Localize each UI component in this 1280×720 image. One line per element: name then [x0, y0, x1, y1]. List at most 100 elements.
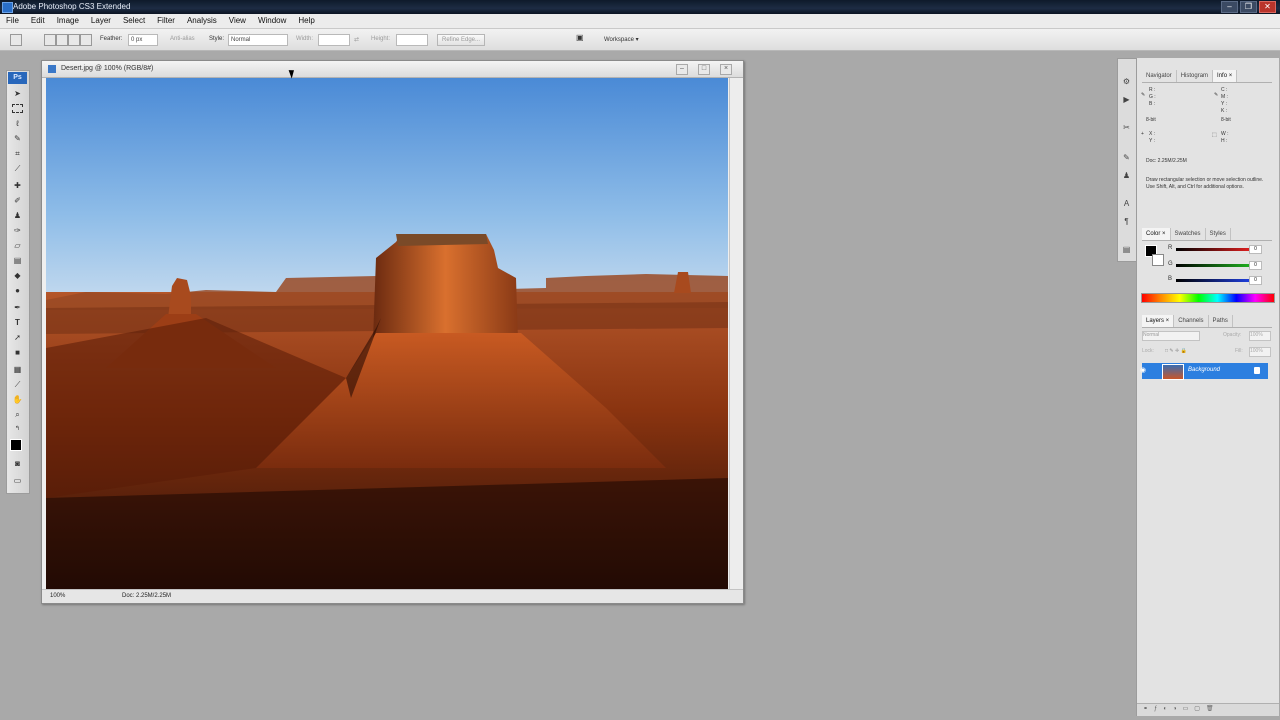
refine-edge-button[interactable]: Refine Edge... [437, 34, 486, 46]
eyedropper-tool-icon[interactable]: ⟋ [12, 380, 23, 389]
new-selection-button[interactable] [44, 34, 56, 46]
width-input[interactable] [318, 34, 350, 46]
character-icon[interactable]: A [1121, 199, 1132, 208]
brush-tool-icon[interactable]: ✐ [12, 196, 23, 205]
lock-icons[interactable]: □ ✎ ✛ 🔒 [1165, 348, 1187, 355]
eraser-tool-icon[interactable]: ▱ [12, 241, 23, 250]
restore-button[interactable]: ❐ [1240, 1, 1257, 13]
green-value[interactable]: 0 [1249, 261, 1262, 270]
vertical-scrollbar[interactable] [729, 78, 742, 589]
tab-swatches[interactable]: Swatches [1171, 228, 1206, 240]
menu-file[interactable]: File [0, 14, 25, 28]
feather-label: Feather: [100, 36, 123, 42]
red-value[interactable]: 0 [1249, 245, 1262, 254]
info-b-label: B : [1149, 101, 1156, 107]
doc-close-button[interactable]: × [720, 64, 732, 75]
lasso-tool-icon[interactable]: ℓ [12, 119, 23, 128]
opacity-input[interactable]: 100% [1249, 331, 1271, 341]
bridge-icon[interactable]: ▣ [576, 33, 584, 42]
tab-paths[interactable]: Paths [1209, 315, 1233, 327]
hand-tool-icon[interactable]: ✋ [12, 395, 23, 404]
menu-layer[interactable]: Layer [85, 14, 117, 28]
tab-color[interactable]: Color × [1142, 228, 1171, 240]
path-select-tool-icon[interactable]: ➚ [12, 333, 23, 342]
history-brush-icon[interactable]: ✑ [12, 226, 23, 235]
tab-channels[interactable]: Channels [1174, 315, 1209, 327]
add-to-selection-button[interactable] [56, 34, 68, 46]
zoom-tool-icon[interactable]: ⌕ [12, 410, 23, 419]
menu-image[interactable]: Image [51, 14, 85, 28]
feather-input[interactable]: 0 px [128, 34, 158, 46]
background-color-swatch[interactable] [1152, 254, 1164, 266]
info-hint-text: Draw rectangular selection or move selec… [1146, 177, 1264, 190]
foreground-color-swatch[interactable] [10, 439, 22, 451]
layer-name[interactable]: Background [1188, 367, 1220, 373]
paragraph-icon[interactable]: ¶ [1121, 217, 1132, 226]
color-spectrum-bar[interactable] [1141, 293, 1275, 303]
marquee-tool-icon[interactable] [12, 104, 23, 113]
menu-view[interactable]: View [223, 14, 252, 28]
shape-tool-icon[interactable]: ■ [12, 348, 23, 357]
tab-layers[interactable]: Layers × [1142, 315, 1175, 327]
menu-filter[interactable]: Filter [151, 14, 181, 28]
notes-tool-icon[interactable]: ▦ [12, 365, 23, 374]
pen-tool-icon[interactable]: ✒ [12, 303, 23, 312]
fill-input[interactable]: 100% [1249, 347, 1271, 357]
slice-tool-icon[interactable]: ⟋ [12, 164, 23, 173]
doc-size-status[interactable]: Doc: 2.25M/2.25M [122, 593, 171, 599]
tab-styles[interactable]: Styles [1206, 228, 1231, 240]
actions-icon[interactable]: ▶ [1121, 95, 1132, 104]
tool-presets-icon[interactable]: ✂ [1121, 123, 1132, 132]
dodge-tool-icon[interactable]: ● [12, 286, 23, 295]
red-slider[interactable] [1176, 248, 1251, 251]
quick-mask-icon[interactable]: ◙ [12, 459, 23, 468]
gradient-tool-icon[interactable]: ▤ [12, 256, 23, 265]
intersect-selection-button[interactable] [80, 34, 92, 46]
blue-slider[interactable] [1176, 279, 1251, 282]
green-slider[interactable] [1176, 264, 1251, 267]
close-button[interactable]: ✕ [1259, 1, 1276, 13]
layer-row-background[interactable]: ◉ Background [1140, 363, 1268, 380]
brushes-icon[interactable]: ✎ [1121, 153, 1132, 162]
tab-navigator[interactable]: Navigator [1142, 70, 1177, 82]
menu-help[interactable]: Help [292, 14, 320, 28]
subtract-selection-button[interactable] [68, 34, 80, 46]
move-tool-icon[interactable]: ➤ [12, 89, 23, 98]
visibility-eye-icon[interactable]: ◉ [1140, 366, 1148, 374]
layer-comps-icon[interactable]: ▤ [1121, 245, 1132, 254]
tab-info[interactable]: Info × [1213, 70, 1238, 82]
swap-colors-icon[interactable]: ↰ [12, 425, 23, 434]
healing-brush-icon[interactable]: ✚ [12, 181, 23, 190]
doc-maximize-button[interactable]: □ [698, 64, 710, 75]
window-title: Adobe Photoshop CS3 Extended [13, 2, 131, 11]
doc-minimize-button[interactable]: – [676, 64, 688, 75]
blue-value[interactable]: 0 [1249, 276, 1262, 285]
clone-source-icon[interactable]: ♟ [1121, 171, 1132, 180]
menu-edit[interactable]: Edit [25, 14, 51, 28]
color-g-label: G [1168, 261, 1173, 267]
screen-mode-icon[interactable]: ▭ [12, 476, 23, 485]
info-panel-tabs: Navigator Histogram Info × [1142, 70, 1272, 83]
height-input[interactable] [396, 34, 428, 46]
layer-action-icons[interactable]: ⚭ƒ◐◑▭▢🗑 [1143, 706, 1220, 713]
minimize-button[interactable]: – [1221, 1, 1238, 13]
history-icon[interactable]: ⚙ [1121, 77, 1132, 86]
quick-select-tool-icon[interactable]: ✎ [12, 134, 23, 143]
menu-select[interactable]: Select [117, 14, 151, 28]
menu-window[interactable]: Window [252, 14, 292, 28]
image-canvas[interactable] [46, 78, 728, 589]
type-tool-icon[interactable]: T [12, 318, 23, 327]
tool-preset-picker[interactable] [10, 34, 22, 46]
layers-panel-footer: ⚭ƒ◐◑▭▢🗑 [1137, 703, 1279, 716]
blur-tool-icon[interactable]: ◆ [12, 271, 23, 280]
antialias-checkbox[interactable]: Anti-alias [170, 36, 195, 42]
tab-histogram[interactable]: Histogram [1177, 70, 1214, 82]
zoom-level[interactable]: 100% [50, 593, 65, 599]
swap-icon[interactable]: ⇄ [354, 36, 359, 43]
workspace-menu[interactable]: Workspace ▾ [604, 36, 639, 43]
menu-analysis[interactable]: Analysis [181, 14, 223, 28]
blend-mode-select[interactable]: Normal [1142, 331, 1200, 341]
style-select[interactable]: Normal [228, 34, 288, 46]
clone-stamp-icon[interactable]: ♟ [12, 211, 23, 220]
crop-tool-icon[interactable]: ⌗ [12, 149, 23, 158]
